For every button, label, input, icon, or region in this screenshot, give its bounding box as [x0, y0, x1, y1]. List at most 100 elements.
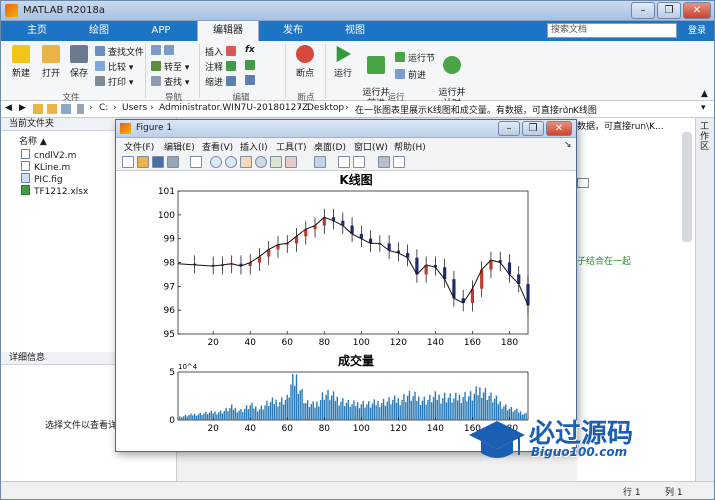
goto-button[interactable]: 转至 ▾ [151, 60, 189, 73]
percent-button[interactable] [245, 60, 258, 72]
zoom-out-icon[interactable] [225, 156, 237, 168]
menu-desktop[interactable]: 桌面(D) [314, 140, 346, 153]
name-column-header[interactable]: 名称 ▲ [19, 134, 47, 147]
volume-bar [382, 398, 385, 420]
menu-insert[interactable]: 插入(I) [240, 140, 268, 153]
menu-tools[interactable]: 工具(T) [276, 140, 307, 153]
watermark: 必过源码 Biguo100.com [467, 411, 687, 471]
tab-apps[interactable]: APP [133, 21, 189, 41]
address-dropdown-icon[interactable]: ▾ [701, 103, 706, 113]
breakpoints-button[interactable]: 断点 [291, 45, 319, 79]
insert-button[interactable]: 插入 [205, 45, 239, 58]
editor-scrollbar[interactable] [682, 132, 692, 242]
nav-back-forward[interactable] [151, 45, 177, 57]
x-tick-label: 40 [244, 424, 256, 434]
link-plot-icon[interactable] [314, 156, 326, 168]
pan-icon[interactable] [240, 156, 252, 168]
legend-icon[interactable] [353, 156, 365, 168]
collapse-ribbon-icon[interactable]: ▲ [701, 89, 708, 99]
volume-bar [293, 385, 296, 420]
menu-dock-icon[interactable]: ↘ [564, 140, 572, 150]
volume-chart-title: 成交量 [338, 353, 374, 368]
login-link[interactable]: 登录 [681, 21, 713, 41]
tab-publish[interactable]: 发布 [265, 21, 321, 41]
volume-bar [449, 393, 451, 420]
figure-title-bar: Figure 1 – ❐ ✕ [116, 120, 576, 138]
advance-button[interactable]: 前进 [395, 68, 426, 81]
breadcrumb-drive[interactable]: C: [99, 103, 108, 113]
volume-bar [214, 411, 216, 420]
volume-bar [425, 404, 427, 420]
volume-bar [405, 401, 407, 420]
indent-button[interactable]: 缩进 [205, 75, 239, 88]
data-cursor-icon[interactable] [270, 156, 282, 168]
file-item[interactable]: cndlV2.m [21, 149, 76, 161]
volume-bar [216, 414, 218, 420]
figure-close-button[interactable]: ✕ [546, 121, 572, 136]
workspace-side-tab[interactable]: 工作区 [695, 118, 714, 491]
volume-bar [186, 416, 188, 420]
volume-bar [336, 396, 338, 420]
tab-home[interactable]: 主页 [9, 21, 65, 41]
print-button[interactable]: 打印 ▾ [95, 75, 133, 88]
minimize-button[interactable]: – [631, 2, 655, 19]
open-button[interactable]: 打开 [37, 45, 65, 79]
tab-plots[interactable]: 绘图 [71, 21, 127, 41]
colorbar-icon[interactable] [338, 156, 350, 168]
address-bar: ◀ ▶ › C: › Users › Administrator.WIN7U-2… [1, 101, 714, 118]
menu-edit[interactable]: 编辑(E) [164, 140, 195, 153]
volume-bar [356, 402, 359, 420]
folder-up-icon[interactable] [47, 104, 57, 114]
pointer-icon[interactable] [190, 156, 202, 168]
fx-button[interactable]: fx [245, 45, 255, 55]
new-figure-icon[interactable] [122, 156, 134, 168]
zoom-in-icon[interactable] [210, 156, 222, 168]
menu-window[interactable]: 窗口(W) [354, 140, 388, 153]
restore-button[interactable]: ❐ [657, 2, 681, 19]
volume-bar [223, 410, 225, 420]
comment-button[interactable]: 注释 [205, 60, 239, 73]
volume-bar [314, 407, 316, 420]
breadcrumb-admin[interactable]: Administrator.WIN7U-20180127Z [159, 103, 308, 113]
rotate-icon[interactable] [255, 156, 267, 168]
forward-icon[interactable]: ▶ [19, 103, 26, 113]
file-item[interactable]: PIC.fig [21, 173, 63, 185]
volume-bar [182, 416, 185, 420]
search-input[interactable]: 搜索文档 [547, 23, 677, 38]
new-button[interactable]: 新建 [7, 45, 35, 79]
breadcrumb-project[interactable]: 在一张图表里展示K线图和成交量。有数据，可直接run [355, 103, 574, 116]
menu-file[interactable]: 文件(F) [124, 140, 154, 153]
close-button[interactable]: ✕ [683, 2, 711, 19]
breadcrumb-users[interactable]: Users [122, 103, 147, 113]
figure-restore-button[interactable]: ❐ [522, 121, 544, 136]
indent-more-button[interactable] [245, 75, 258, 87]
find-files-button[interactable]: 查找文件 [95, 45, 144, 58]
print-figure-icon[interactable] [167, 156, 179, 168]
save-figure-icon[interactable] [152, 156, 164, 168]
hide-plot-tools-icon[interactable] [378, 156, 390, 168]
volume-bar [323, 399, 325, 420]
menu-view[interactable]: 查看(V) [202, 140, 233, 153]
file-item[interactable]: TF1212.xlsx [21, 185, 88, 197]
folder-icon[interactable] [33, 104, 43, 114]
figure-minimize-button[interactable]: – [498, 121, 520, 136]
find-button[interactable]: 查找 ▾ [151, 75, 189, 88]
menu-help[interactable]: 帮助(H) [394, 140, 426, 153]
brush-icon[interactable] [285, 156, 297, 168]
open-file-icon[interactable] [137, 156, 149, 168]
x-tick-label: 120 [390, 338, 407, 348]
show-plot-tools-icon[interactable] [393, 156, 405, 168]
tab-view[interactable]: 视图 [327, 21, 383, 41]
breadcrumb-desktop[interactable]: Desktop [307, 103, 344, 113]
browse-icon[interactable] [61, 104, 71, 114]
y-tick-label: 100 [158, 211, 175, 221]
run-section-button[interactable]: 运行节 [395, 51, 435, 64]
back-icon[interactable]: ◀ [5, 103, 12, 113]
compare-button[interactable]: 比较 ▾ [95, 60, 133, 73]
file-item[interactable]: KLine.m [21, 161, 70, 173]
run-button[interactable]: 运行 [329, 45, 357, 79]
breadcrumb-kline[interactable]: K线图 [573, 103, 597, 116]
save-button[interactable]: 保存 [65, 45, 93, 79]
volume-bar [271, 397, 274, 420]
tab-editor[interactable]: 编辑器 [197, 21, 259, 41]
